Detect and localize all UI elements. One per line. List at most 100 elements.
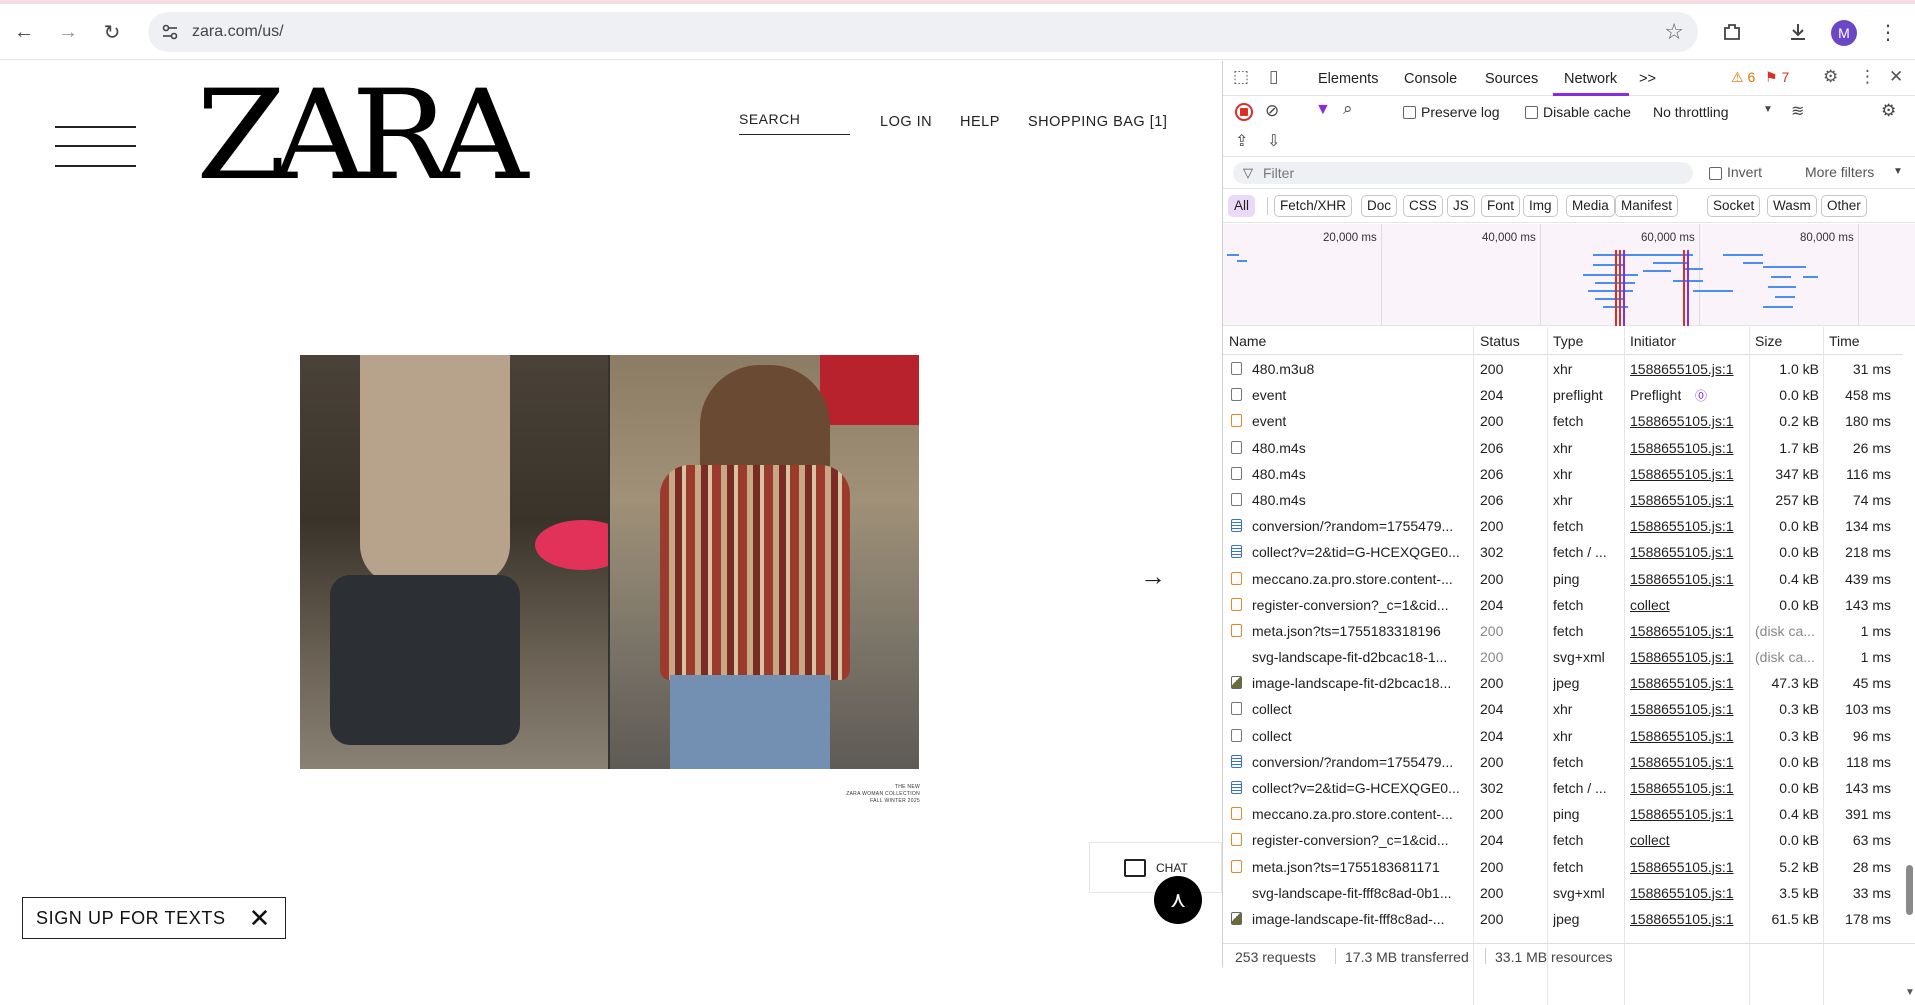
request-name[interactable]: meta.json?ts=1755183318196 (1252, 623, 1470, 639)
throttling-select[interactable]: No throttling (1653, 104, 1728, 120)
device-toolbar-icon[interactable]: ▯ (1269, 67, 1278, 87)
table-row[interactable]: conversion/?random=1755479... 200 fetch 158… (1223, 513, 1903, 539)
requests-scrollbar[interactable]: ▼ (1903, 327, 1915, 1005)
disable-cache-checkbox[interactable] (1525, 106, 1538, 119)
shopping-bag-link[interactable]: SHOPPING BAG [1] (1028, 114, 1167, 130)
table-row[interactable]: event 200 fetch 1588655105.js:1 0.2 kB 180 ms (1223, 408, 1903, 434)
table-row[interactable]: 480.m4s 206 xhr 1588655105.js:1 347 kB 116 ms (1223, 461, 1903, 487)
filter-chip[interactable]: Font (1481, 195, 1521, 217)
address-bar[interactable]: zara.com/us/ ☆ (148, 12, 1698, 52)
next-arrow-icon[interactable]: → (1140, 561, 1166, 592)
help-link[interactable]: HELP (960, 114, 1000, 130)
table-row[interactable]: collect 204 xhr 1588655105.js:1 0.3 kB 96 ms (1223, 723, 1903, 749)
extensions-icon[interactable] (1716, 16, 1748, 48)
table-row[interactable]: image-landscape-fit-d2bcac18... 200 jpeg 15… (1223, 670, 1903, 696)
chat-launcher-icon[interactable]: ⋏ (1154, 876, 1202, 924)
filter-chip[interactable]: Manifest (1615, 195, 1679, 217)
settings-gear-icon[interactable]: ⚙ (1823, 67, 1838, 87)
tab-console[interactable]: Console (1404, 71, 1457, 87)
col-time[interactable]: Time (1829, 333, 1860, 349)
browser-menu-icon[interactable]: ⋮ (1872, 16, 1904, 48)
network-conditions-icon[interactable]: ≋ (1791, 101, 1804, 121)
bookmark-star-icon[interactable]: ☆ (1664, 19, 1684, 45)
filter-chip[interactable]: Other (1821, 195, 1867, 217)
invert-checkbox[interactable] (1709, 167, 1722, 180)
table-row[interactable]: svg-landscape-fit-d2bcac18-1... 200 svg+xm… (1223, 644, 1903, 670)
network-overview-timeline[interactable]: 20,000 ms 40,000 ms 60,000 ms 80,000 ms (1223, 224, 1915, 326)
campaign-image[interactable] (300, 355, 919, 769)
table-row[interactable]: register-conversion?_c=1&cid... 204 fetch c… (1223, 827, 1903, 853)
chevron-down-icon[interactable]: ▼ (1763, 104, 1773, 115)
table-row[interactable]: svg-landscape-fit-fff8c8ad-0b1... 200 svg+… (1223, 880, 1903, 906)
table-row[interactable]: collect?v=2&tid=G-HCEXQGE0... 302 fetch / … (1223, 775, 1903, 801)
network-settings-gear-icon[interactable]: ⚙ (1881, 101, 1896, 121)
errors-badge[interactable]: ⚑ 7 (1765, 69, 1789, 86)
table-row[interactable]: meccano.za.pro.store.content-... 200 ping 1… (1223, 801, 1903, 827)
col-status[interactable]: Status (1480, 333, 1520, 349)
filter-chip[interactable]: Media (1566, 195, 1615, 217)
table-row[interactable]: register-conversion?_c=1&cid... 204 fetch c… (1223, 592, 1903, 618)
record-icon[interactable] (1235, 103, 1253, 121)
request-name[interactable]: svg-landscape-fit-d2bcac18-1... (1252, 649, 1470, 665)
search-field[interactable]: SEARCH (739, 111, 850, 135)
table-row[interactable]: meccano.za.pro.store.content-... 200 ping 1… (1223, 566, 1903, 592)
table-row[interactable]: 480.m4s 206 xhr 1588655105.js:1 1.7 kB 26 ms (1223, 435, 1903, 461)
close-devtools-icon[interactable]: ✕ (1889, 67, 1903, 87)
back-icon[interactable]: ← (8, 16, 40, 48)
table-row[interactable]: collect?v=2&tid=G-HCEXQGE0... 302 fetch / … (1223, 539, 1903, 565)
col-name[interactable]: Name (1229, 333, 1266, 349)
download-icon[interactable] (1782, 16, 1814, 48)
filter-chip[interactable]: Wasm (1767, 195, 1817, 217)
request-initiator[interactable]: 1588655105.js:1 (1630, 623, 1734, 639)
profile-avatar[interactable]: M (1831, 20, 1857, 46)
table-row[interactable]: collect 204 xhr 1588655105.js:1 0.3 kB 103 ms (1223, 696, 1903, 722)
signup-for-texts-banner[interactable]: SIGN UP FOR TEXTS ✕ (22, 897, 286, 939)
preserve-log-checkbox[interactable] (1403, 106, 1416, 119)
import-har-icon[interactable]: ⇪ (1235, 131, 1248, 151)
table-row[interactable]: 480.m4s 206 xhr 1588655105.js:1 257 kB 74 ms (1223, 487, 1903, 513)
chevron-down-icon[interactable]: ▼ (1893, 166, 1903, 177)
menu-hamburger-icon[interactable] (55, 126, 136, 168)
url-text[interactable]: zara.com/us/ (192, 23, 284, 41)
scroll-down-icon[interactable]: ▼ (1905, 987, 1915, 998)
more-filters-dropdown[interactable]: More filters (1805, 164, 1874, 180)
tab-elements[interactable]: Elements (1318, 71, 1378, 87)
filter-chip[interactable]: JS (1447, 195, 1475, 217)
filter-chip[interactable]: Fetch/XHR (1274, 195, 1353, 217)
table-row[interactable]: meta.json?ts=1755183681171 200 fetch 158865… (1223, 854, 1903, 880)
devtools-menu-icon[interactable]: ⋮ (1859, 67, 1876, 87)
tab-sources[interactable]: Sources (1485, 71, 1538, 87)
export-har-icon[interactable]: ⇩ (1267, 131, 1280, 151)
filter-chip[interactable]: Img (1523, 195, 1558, 217)
tab-network[interactable]: Network (1564, 71, 1617, 87)
clear-icon[interactable]: ⊘ (1265, 101, 1279, 121)
table-row[interactable]: conversion/?random=1755479... 200 fetch 158… (1223, 749, 1903, 775)
table-row[interactable]: event 204 preflight Preflight ⓪ 0.0 kB 458 ms (1223, 382, 1903, 408)
table-row[interactable]: 480.m3u8 200 xhr 1588655105.js:1 1.0 kB 31 ms (1223, 356, 1903, 382)
filter-chip[interactable]: All (1228, 195, 1256, 217)
table-row[interactable]: image-landscape-fit-fff8c8ad-... 200 jpeg 1… (1223, 906, 1903, 932)
inspect-element-icon[interactable]: ⬚ (1233, 67, 1249, 87)
col-initiator[interactable]: Initiator (1630, 333, 1676, 349)
filter-input[interactable]: ▽ Filter (1233, 162, 1693, 184)
login-link[interactable]: LOG IN (880, 114, 932, 130)
reload-icon[interactable]: ↻ (96, 16, 128, 48)
close-icon[interactable]: ✕ (249, 904, 271, 932)
col-type[interactable]: Type (1553, 333, 1583, 349)
filter-funnel-icon[interactable]: ▼ (1315, 101, 1331, 119)
filter-chip[interactable]: Doc (1361, 195, 1398, 217)
col-size[interactable]: Size (1755, 333, 1782, 349)
zara-logo[interactable]: ZARA (196, 74, 528, 198)
more-tabs-icon[interactable]: >> (1639, 71, 1656, 87)
warnings-badge[interactable]: ⚠ 6 (1731, 69, 1755, 86)
search-icon[interactable]: ⌕ (1343, 99, 1353, 119)
forward-icon[interactable]: → (52, 16, 84, 48)
request-initiator[interactable]: 1588655105.js:1 (1630, 649, 1734, 665)
site-settings-icon[interactable] (158, 20, 182, 44)
chat-button[interactable]: CHAT (1089, 842, 1222, 893)
table-row[interactable]: meta.json?ts=1755183318196 200 fetch 158865… (1223, 618, 1903, 644)
filter-chip[interactable]: Socket (1707, 195, 1761, 217)
filter-chip[interactable]: CSS (1403, 195, 1443, 217)
scrollbar-thumb[interactable] (1906, 865, 1913, 915)
timeline-request-bar (1593, 254, 1633, 256)
